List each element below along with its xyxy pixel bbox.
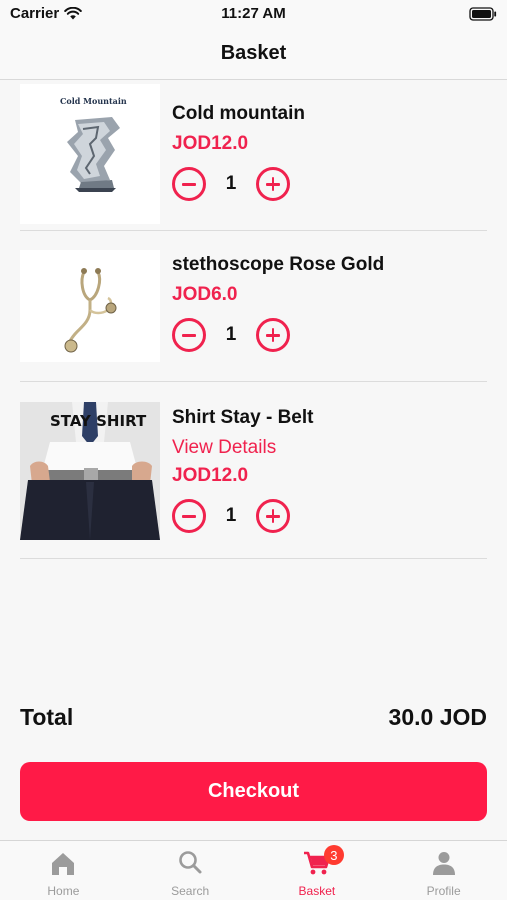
quantity-value: 1: [225, 173, 237, 194]
decrease-quantity-button[interactable]: [172, 318, 206, 352]
search-icon: [179, 851, 202, 874]
battery-icon: [469, 7, 497, 21]
nav-bar: Basket: [0, 28, 507, 80]
stethoscope-image: [20, 250, 160, 362]
basket-item[interactable]: stethoscope Rose Gold JOD6.0 1: [20, 231, 487, 382]
person-icon: [432, 852, 455, 875]
basket-list: Cold Mountain Cold mountain JOD12.0 1 st…: [20, 80, 487, 559]
product-image: STAY SHIRT: [20, 402, 160, 540]
minus-icon: [182, 334, 196, 337]
tab-profile[interactable]: Profile: [380, 841, 507, 900]
quantity-value: 1: [225, 324, 237, 345]
tab-bar: Home Search 3 Basket Profile: [0, 840, 507, 900]
page-title: Basket: [220, 42, 287, 64]
item-price: JOD6.0: [172, 284, 238, 305]
decrease-quantity-button[interactable]: [172, 499, 206, 533]
item-name: stethoscope Rose Gold: [172, 254, 385, 275]
home-icon: [52, 853, 75, 875]
view-details-link[interactable]: View Details: [172, 436, 313, 460]
product-image: [20, 250, 160, 362]
item-info: Cold mountain JOD12.0 1: [172, 102, 305, 202]
quantity-stepper: 1: [172, 498, 313, 534]
product-image: Cold Mountain: [20, 84, 160, 224]
checkout-button[interactable]: Checkout: [20, 762, 487, 821]
status-time: 11:27 AM: [221, 5, 286, 22]
decrease-quantity-button[interactable]: [172, 167, 206, 201]
tab-label: Profile: [426, 884, 461, 898]
increase-quantity-button[interactable]: [256, 167, 290, 201]
minus-icon: [182, 515, 196, 518]
tab-label: Search: [171, 884, 210, 898]
item-name: Shirt Stay - Belt: [172, 407, 314, 428]
basket-item[interactable]: STAY SHIRT Shirt Stay - Belt View Detail…: [20, 382, 487, 559]
total-value: 30.0 JOD: [388, 704, 487, 730]
tab-basket[interactable]: 3 Basket: [254, 841, 381, 900]
tab-label: Basket: [298, 884, 336, 898]
cart-count-badge: 3: [323, 845, 344, 865]
quantity-stepper: 1: [172, 166, 305, 202]
basket-item[interactable]: Cold Mountain Cold mountain JOD12.0 1: [20, 80, 487, 231]
item-info: Shirt Stay - Belt View Details JOD12.0 1: [172, 406, 313, 534]
cold-mountain-image: Cold Mountain: [20, 84, 160, 224]
status-bar: Carrier 11:27 AM: [0, 0, 507, 28]
increase-quantity-button[interactable]: [256, 499, 290, 533]
increase-quantity-button[interactable]: [256, 318, 290, 352]
tab-label: Home: [47, 884, 80, 898]
item-info: stethoscope Rose Gold JOD6.0 1: [172, 253, 384, 353]
quantity-value: 1: [225, 505, 237, 526]
minus-icon: [182, 183, 196, 186]
tab-home[interactable]: Home: [0, 841, 127, 900]
item-price: JOD12.0: [172, 133, 249, 154]
shirt-stay-image: STAY SHIRT: [20, 402, 160, 540]
item-name: Cold mountain: [172, 103, 305, 124]
item-price: JOD12.0: [172, 465, 249, 486]
total-row: Total 30.0 JOD: [20, 704, 487, 731]
quantity-stepper: 1: [172, 317, 384, 353]
total-label: Total: [20, 704, 74, 730]
tab-search[interactable]: Search: [127, 841, 254, 900]
svg-text:STAY SHIRT: STAY SHIRT: [50, 412, 147, 430]
svg-text:Cold Mountain: Cold Mountain: [60, 96, 127, 106]
